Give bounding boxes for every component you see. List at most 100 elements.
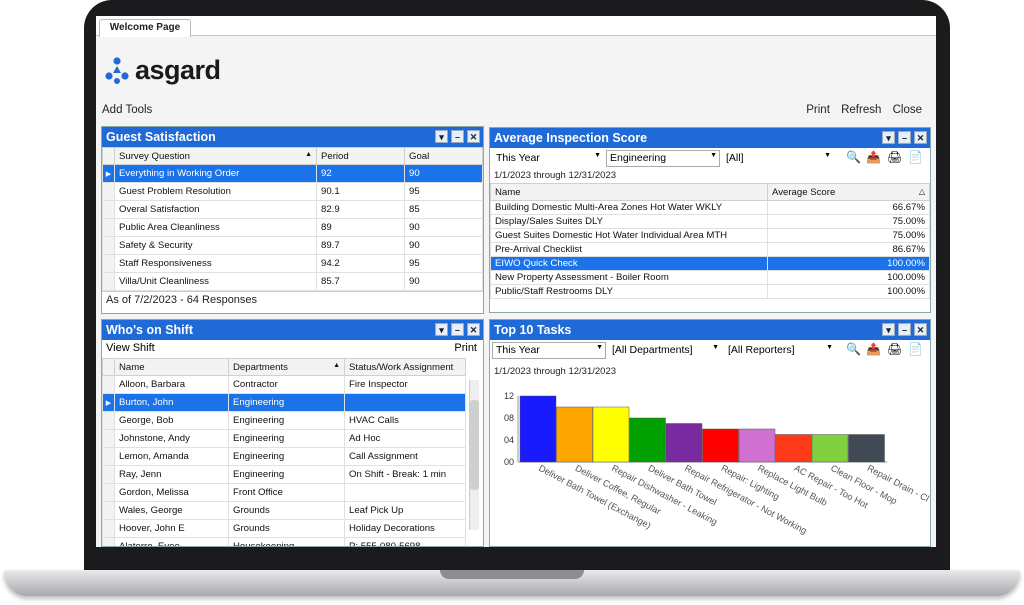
whos-on-shift-panel: Who's on Shift ▾ – ✕ View Shift Print Name…	[101, 319, 484, 547]
bar[interactable]	[702, 428, 739, 463]
close-icon[interactable]: ✕	[914, 131, 927, 144]
y-tick-label: 04	[504, 435, 514, 445]
table-row[interactable]: Safety & Security 89.7 90	[102, 236, 483, 255]
search-icon[interactable]: 🔍	[846, 150, 861, 165]
panel-header: Average Inspection Score ▾ – ✕	[490, 128, 930, 148]
table-row[interactable]: Public Area Cleanliness 89 90	[102, 218, 483, 237]
shift-toolbar: View Shift Print	[102, 340, 483, 358]
y-tick-label: 00	[504, 457, 514, 467]
close-button[interactable]: Close	[893, 104, 922, 116]
close-icon[interactable]: ✕	[467, 130, 480, 143]
close-icon[interactable]: ✕	[914, 323, 927, 336]
tasks-filters: This Year ▼ [All Departments] ▼ [All Repor…	[490, 340, 930, 360]
table-row[interactable]: Alatorre, Evee Housekeeping P: 555-080-569…	[102, 537, 466, 546]
dropdown-icon[interactable]: ▾	[882, 131, 895, 144]
panel-header: Who's on Shift ▾ – ✕	[102, 320, 483, 340]
brand-name: asgard	[135, 54, 221, 85]
printer-icon[interactable]: 🖨	[887, 342, 902, 357]
guest-satisfaction-table: Survey Question ▲ Period Goal ▶ Everything…	[102, 147, 483, 291]
table-row[interactable]: Villa/Unit Cleanliness 85.7 90	[102, 272, 483, 291]
panel-title: Top 10 Tasks	[494, 323, 572, 337]
search-icon[interactable]: 🔍	[846, 342, 861, 357]
guest-satisfaction-footer: As of 7/2/2023 - 64 Responses	[102, 291, 483, 308]
report-icon[interactable]: 📄	[908, 342, 923, 357]
column-header-goal[interactable]: Goal	[404, 147, 483, 165]
department-select[interactable]: Engineering ▼	[606, 150, 720, 167]
column-header-status[interactable]: Status/Work Assignment	[344, 358, 466, 376]
export-icon[interactable]: 📤	[866, 342, 881, 357]
refresh-button[interactable]: Refresh	[841, 104, 881, 116]
bar[interactable]	[775, 434, 812, 463]
minimize-icon[interactable]: –	[898, 131, 911, 144]
bar[interactable]	[848, 434, 885, 463]
table-row[interactable]: Staff Responsiveness 94.2 95	[102, 254, 483, 273]
panel-header: Guest Satisfaction ▾ – ✕	[102, 127, 483, 147]
column-header-period[interactable]: Period	[316, 147, 405, 165]
table-row[interactable]: Hoover, John E Grounds Holiday Decorations	[102, 519, 466, 538]
table-row[interactable]: Public/Staff Restrooms DLY 100.00%	[490, 284, 930, 299]
table-row[interactable]: George, Bob Engineering HVAC Calls	[102, 411, 466, 430]
table-row[interactable]: Ray, Jenn Engineering On Shift - Break: 1 …	[102, 465, 466, 484]
minimize-icon[interactable]: –	[898, 323, 911, 336]
table-row[interactable]: Guest Suites Domestic Hot Water Individu…	[490, 228, 930, 243]
table-row[interactable]: Wales, George Grounds Leaf Pick Up	[102, 501, 466, 520]
bar[interactable]	[665, 423, 703, 463]
inspection-filters: This Year ▼ Engineering ▼ [All] ▼ 🔍 📤 🖨 📄	[490, 148, 930, 168]
y-tick-label: 12	[504, 391, 514, 401]
export-icon[interactable]: 📤	[866, 150, 881, 165]
table-row[interactable]: Lemon, Amanda Engineering Call Assignment	[102, 447, 466, 466]
bar[interactable]	[519, 395, 557, 463]
report-icon[interactable]: 📄	[908, 150, 923, 165]
tasks-reporters-select[interactable]: [All Reporters] ▼	[724, 342, 836, 359]
shift-scrollbar[interactable]	[469, 380, 479, 530]
bar[interactable]	[629, 417, 666, 463]
bar[interactable]	[592, 406, 630, 463]
panel-header: Top 10 Tasks ▾ – ✕	[490, 320, 930, 340]
table-row[interactable]: ▶ Everything in Working Order 92 90	[102, 164, 483, 183]
tools-bar: Add Tools Print Refresh Close	[96, 102, 936, 120]
table-row[interactable]: Overal Satisfaction 82.9 85	[102, 200, 483, 219]
column-header-average-score[interactable]: Average Score △	[767, 183, 930, 201]
table-row[interactable]: EIWO Quick Check 100.00%	[490, 256, 930, 271]
tasks-departments-select[interactable]: [All Departments] ▼	[608, 342, 722, 359]
date-range: 1/1/2023 through 12/31/2023	[494, 170, 617, 181]
table-row[interactable]: ▶ Burton, John Engineering	[102, 393, 466, 412]
column-header-name[interactable]: Name	[114, 358, 229, 376]
y-tick-label: 08	[504, 413, 514, 423]
table-row[interactable]: Johnstone, Andy Engineering Ad Hoc	[102, 429, 466, 448]
shift-print-button[interactable]: Print	[454, 342, 477, 354]
table-row[interactable]: Building Domestic Multi-Area Zones Hot W…	[490, 200, 930, 215]
column-header-question[interactable]: Survey Question ▲	[114, 147, 317, 165]
panel-title: Guest Satisfaction	[106, 130, 216, 144]
table-row[interactable]: Gordon, Melissa Front Office	[102, 483, 466, 502]
bar[interactable]	[556, 406, 593, 463]
printer-icon[interactable]: 🖨	[887, 150, 902, 165]
print-button[interactable]: Print	[806, 104, 830, 116]
table-row[interactable]: New Property Assessment - Boiler Room 100…	[490, 270, 930, 285]
period-select[interactable]: This Year ▼	[492, 150, 604, 167]
dropdown-icon[interactable]: ▾	[882, 323, 895, 336]
column-header-name[interactable]: Name	[490, 183, 768, 201]
table-row[interactable]: Pre-Arrival Checklist 86.67%	[490, 242, 930, 257]
brand-logo: asgard	[102, 54, 221, 86]
tab-welcome-page[interactable]: Welcome Page	[99, 19, 191, 37]
dropdown-icon[interactable]: ▾	[435, 323, 448, 336]
view-shift-button[interactable]: View Shift	[106, 342, 155, 354]
table-row[interactable]: Alloon, Barbara Contractor Fire Inspector	[102, 375, 466, 394]
column-header-departments[interactable]: Departments ▲	[228, 358, 345, 376]
tab-bar: Welcome Page	[96, 16, 936, 37]
scrollbar-thumb[interactable]	[470, 400, 479, 490]
minimize-icon[interactable]: –	[451, 130, 464, 143]
close-icon[interactable]: ✕	[467, 323, 480, 336]
minimize-icon[interactable]: –	[451, 323, 464, 336]
filter-select[interactable]: [All] ▼	[722, 150, 834, 167]
table-row[interactable]: Display/Sales Suites DLY 75.00%	[490, 214, 930, 229]
guest-satisfaction-panel: Guest Satisfaction ▾ – ✕ Survey Question ▲ …	[101, 126, 484, 314]
table-row[interactable]: Guest Problem Resolution 90.1 95	[102, 182, 483, 201]
bar[interactable]	[811, 434, 849, 463]
add-tools-button[interactable]: Add Tools	[102, 104, 152, 116]
bar[interactable]	[738, 428, 776, 463]
tasks-period-select[interactable]: This Year ▼	[492, 342, 606, 359]
panel-title: Average Inspection Score	[494, 131, 648, 145]
dropdown-icon[interactable]: ▾	[435, 130, 448, 143]
